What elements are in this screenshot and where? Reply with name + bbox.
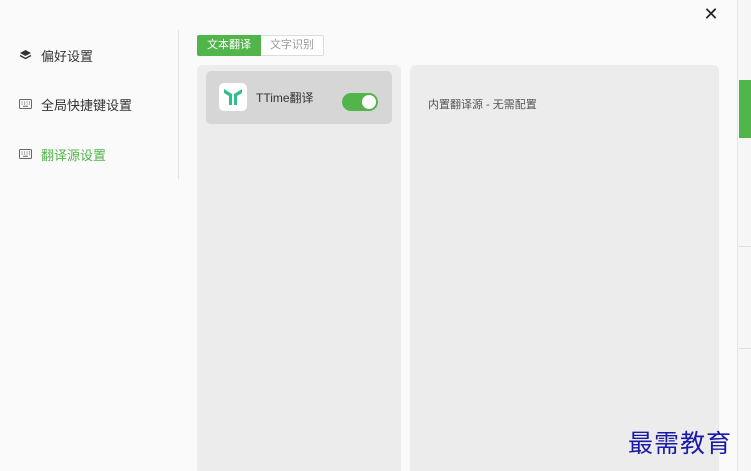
keyboard-icon (18, 147, 32, 161)
source-name: TTime翻译 (256, 91, 314, 105)
settings-dialog: ✕ 偏好设置 全局快捷键设置 翻译源设置 文本翻译 文字识别 TTime翻译 内… (0, 0, 738, 471)
source-enable-toggle[interactable] (342, 93, 378, 111)
watermark-text: 最需教育 (628, 429, 733, 458)
background-window (738, 0, 751, 471)
ttime-logo-icon (219, 83, 247, 111)
layers-icon (18, 48, 32, 62)
toggle-knob (362, 95, 376, 109)
source-card-ttime[interactable]: TTime翻译 (206, 71, 392, 124)
background-accent-bar (739, 80, 751, 138)
sidebar-item-label: 全局快捷键设置 (41, 97, 133, 113)
source-list-panel: TTime翻译 (197, 65, 401, 471)
sidebar-item-shortcuts[interactable]: 全局快捷键设置 (18, 94, 132, 114)
source-detail-panel: 内置翻译源 - 无需配置 (410, 65, 719, 471)
tab-ocr[interactable]: 文字识别 (261, 35, 324, 56)
sidebar-item-label: 翻译源设置 (41, 147, 107, 163)
sidebar: 偏好设置 全局快捷键设置 翻译源设置 (0, 30, 179, 180)
source-config-text: 内置翻译源 - 无需配置 (428, 99, 537, 111)
sidebar-item-translation-sources[interactable]: 翻译源设置 (18, 144, 106, 164)
sidebar-divider (178, 30, 179, 179)
background-divider (739, 348, 751, 349)
background-divider (739, 246, 751, 247)
sidebar-item-preferences[interactable]: 偏好设置 (18, 45, 93, 65)
keyboard-icon (18, 97, 32, 111)
sidebar-item-label: 偏好设置 (41, 48, 94, 64)
tab-text-translation[interactable]: 文本翻译 (197, 35, 261, 56)
tab-bar: 文本翻译 文字识别 (197, 35, 324, 56)
close-icon[interactable]: ✕ (700, 3, 722, 25)
